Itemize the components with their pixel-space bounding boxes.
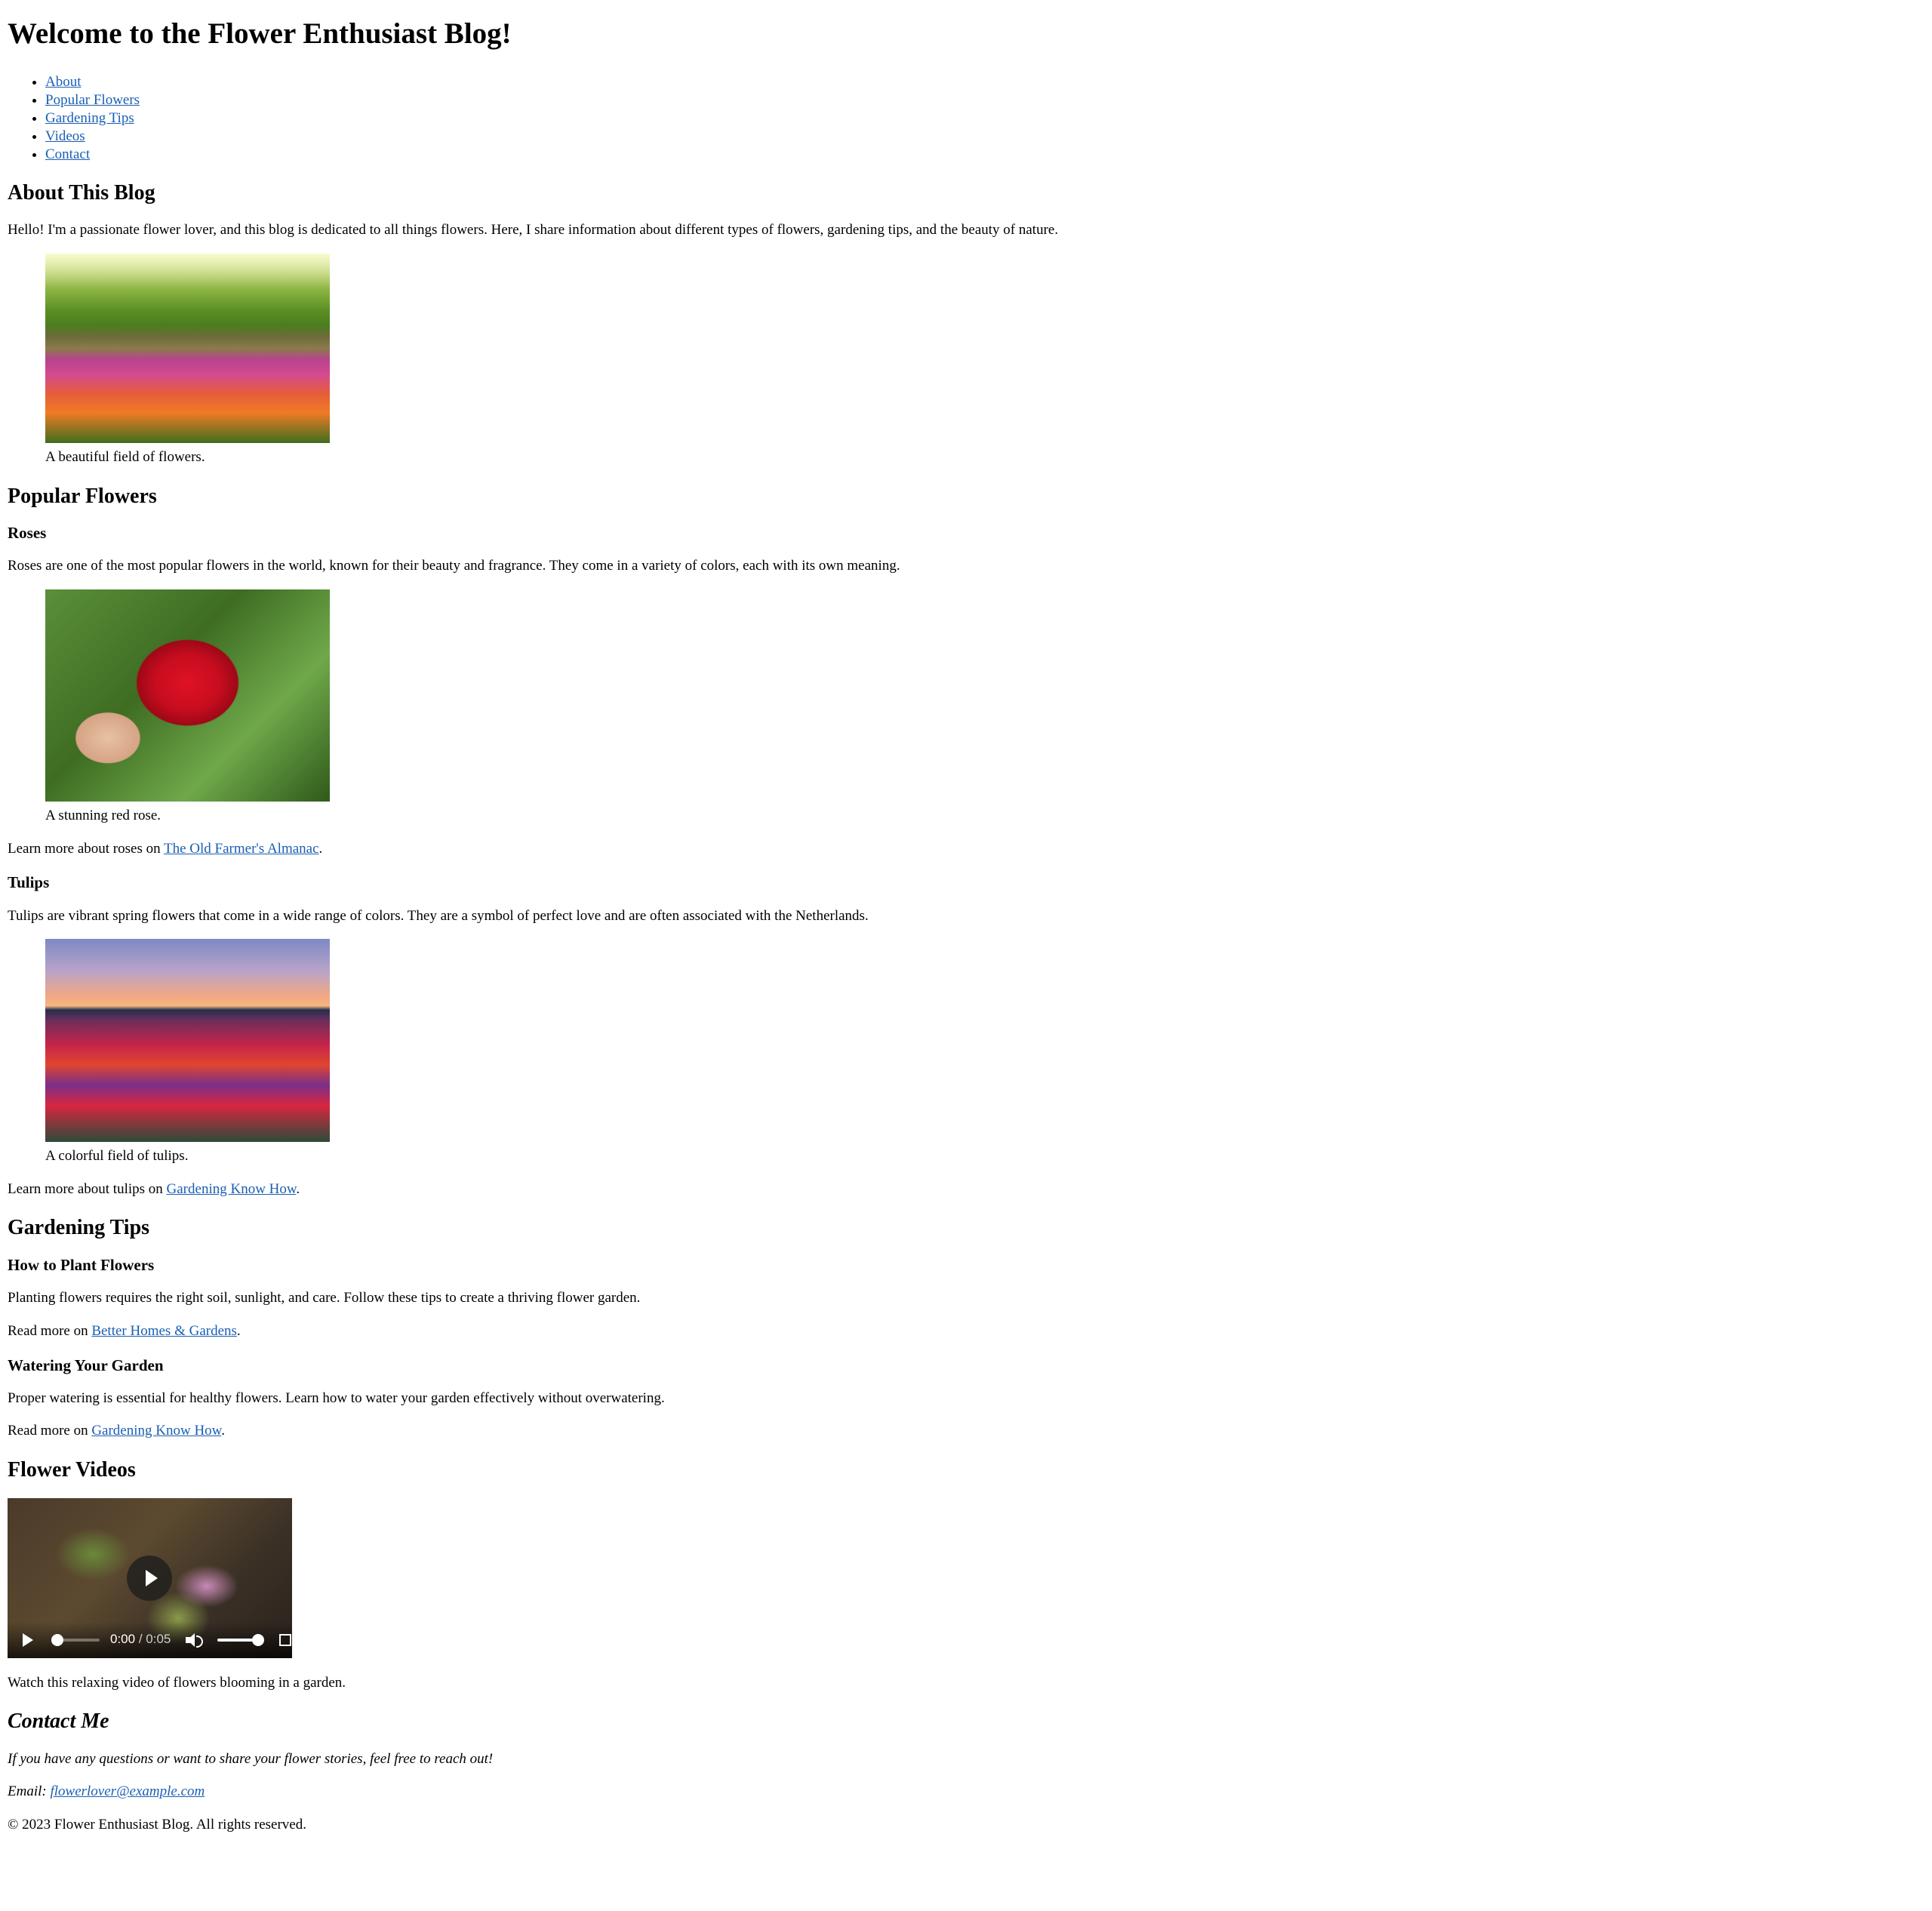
rose-figure: A stunning red rose. xyxy=(45,589,1894,826)
watering-read-more: Read more on Gardening Know How. xyxy=(8,1421,1924,1441)
watering-read-prefix: Read more on xyxy=(8,1423,92,1439)
about-heading: About This Blog xyxy=(8,180,155,205)
volume-icon[interactable] xyxy=(186,1633,204,1648)
tulips-text: Tulips are vibrant spring flowers that c… xyxy=(8,907,869,924)
volume-slider[interactable] xyxy=(217,1633,265,1646)
tulips-learn-suffix: . xyxy=(296,1180,300,1197)
popular-flowers-section: Popular Flowers Roses Roses are one of t… xyxy=(8,484,1924,1199)
tulips-learn-more: Learn more about tulips on Gardening Kno… xyxy=(8,1180,1924,1199)
footer-text: © 2023 Flower Enthusiast Blog. All right… xyxy=(8,1817,306,1833)
flower-field-figure: A beautiful field of flowers. xyxy=(45,254,1894,467)
big-play-icon[interactable] xyxy=(127,1555,172,1601)
nav-item-videos: Videos xyxy=(45,128,1924,146)
nav-link-popular-flowers[interactable]: Popular Flowers xyxy=(45,92,140,108)
nav-link-gardening-tips[interactable]: Gardening Tips xyxy=(45,110,134,126)
flower-field-image xyxy=(45,254,330,444)
plant-read-suffix: . xyxy=(236,1322,241,1339)
flower-video-player[interactable]: 0:00 / 0:05 xyxy=(8,1497,292,1658)
roses-learn-suffix: . xyxy=(318,840,323,857)
page: Welcome to the Flower Enthusiast Blog! A… xyxy=(0,17,1932,1835)
nav-link-about[interactable]: About xyxy=(45,74,82,90)
tulips-learn-prefix: Learn more about tulips on xyxy=(8,1180,167,1197)
old-farmers-almanac-link[interactable]: The Old Farmer's Almanac xyxy=(164,841,319,857)
gardening-know-how-tulips-link[interactable]: Gardening Know How xyxy=(167,1181,297,1197)
red-rose-image xyxy=(45,589,330,802)
seek-knob[interactable] xyxy=(51,1633,63,1646)
videos-section: Flower Videos 0:00 / 0:05 Watch this rel… xyxy=(8,1457,1924,1692)
nav-item-contact: Contact xyxy=(45,146,1924,164)
plant-read-prefix: Read more on xyxy=(8,1322,92,1339)
watering-text: Proper watering is essential for healthy… xyxy=(8,1389,665,1406)
roses-text: Roses are one of the most popular flower… xyxy=(8,558,900,574)
gardening-know-how-watering-link[interactable]: Gardening Know How xyxy=(91,1423,221,1439)
plant-flowers-text: Planting flowers requires the right soil… xyxy=(8,1290,641,1306)
volume-knob[interactable] xyxy=(252,1633,265,1646)
main-nav: About Popular Flowers Gardening Tips Vid… xyxy=(8,73,1924,164)
roses-heading: Roses xyxy=(8,524,47,543)
roses-learn-prefix: Learn more about roses on xyxy=(8,840,165,857)
contact-text: If you have any questions or want to sha… xyxy=(8,1750,494,1767)
email-link[interactable]: flowerlover@example.com xyxy=(50,1783,205,1799)
about-section: About This Blog Hello! I'm a passionate … xyxy=(8,180,1924,467)
play-icon[interactable] xyxy=(23,1633,33,1647)
watering-heading: Watering Your Garden xyxy=(8,1356,164,1374)
flower-field-caption: A beautiful field of flowers. xyxy=(45,449,205,466)
roses-learn-more: Learn more about roses on The Old Farmer… xyxy=(8,839,1924,859)
video-controls: 0:00 / 0:05 xyxy=(8,1621,292,1658)
video-time-separator: / xyxy=(135,1632,146,1647)
nav-link-contact[interactable]: Contact xyxy=(45,146,90,162)
watering-read-suffix: . xyxy=(221,1423,225,1439)
seek-bar[interactable] xyxy=(51,1633,100,1646)
nav-item-gardening-tips: Gardening Tips xyxy=(45,109,1924,128)
gardening-tips-heading: Gardening Tips xyxy=(8,1216,150,1240)
tulip-field-image xyxy=(45,939,330,1143)
page-title: Welcome to the Flower Enthusiast Blog! xyxy=(8,17,512,50)
popular-flowers-heading: Popular Flowers xyxy=(8,484,157,508)
tulips-figure: A colorful field of tulips. xyxy=(45,939,1894,1166)
contact-email-line: Email: flowerlover@example.com xyxy=(8,1782,1924,1802)
plant-read-more: Read more on Better Homes & Gardens. xyxy=(8,1322,1924,1341)
contact-section: Contact Me If you have any questions or … xyxy=(8,1709,1924,1802)
better-homes-gardens-link[interactable]: Better Homes & Gardens xyxy=(91,1323,237,1339)
contact-heading: Contact Me xyxy=(8,1709,109,1734)
about-text: Hello! I'm a passionate flower lover, an… xyxy=(8,222,1059,238)
flower-videos-heading: Flower Videos xyxy=(8,1458,136,1482)
rose-caption: A stunning red rose. xyxy=(45,808,162,824)
video-time: 0:00 / 0:05 xyxy=(110,1631,171,1648)
video-current-time: 0:00 xyxy=(110,1632,136,1647)
video-duration: 0:05 xyxy=(146,1632,171,1647)
fullscreen-icon[interactable] xyxy=(279,1633,292,1646)
nav-item-popular-flowers: Popular Flowers xyxy=(45,91,1924,109)
gardening-tips-section: Gardening Tips How to Plant Flowers Plan… xyxy=(8,1215,1924,1441)
video-caption: Watch this relaxing video of flowers blo… xyxy=(8,1674,346,1691)
nav-link-videos[interactable]: Videos xyxy=(45,128,85,144)
tulips-heading: Tulips xyxy=(8,873,50,892)
nav-item-about: About xyxy=(45,73,1924,91)
email-label: Email: xyxy=(8,1783,51,1800)
tulips-caption: A colorful field of tulips. xyxy=(45,1148,189,1165)
plant-flowers-heading: How to Plant Flowers xyxy=(8,1256,155,1275)
